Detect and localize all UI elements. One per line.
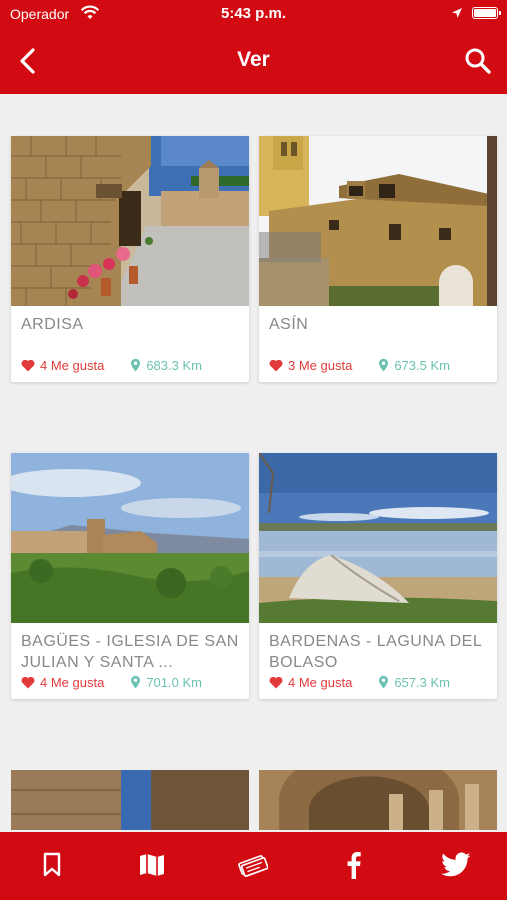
twitter-icon	[441, 852, 471, 877]
likes-label: 4 Me gusta	[40, 357, 105, 373]
likes-label: 3 Me gusta	[288, 357, 353, 373]
location-arrow-icon	[452, 8, 462, 18]
tab-map[interactable]	[136, 850, 168, 880]
likes-count[interactable]: 4 Me gusta	[269, 675, 352, 690]
nav-bar: Ver	[0, 28, 507, 94]
map-pin-icon	[131, 358, 141, 372]
likes-count[interactable]: 4 Me gusta	[21, 358, 104, 373]
distance-label: 701.0 Km	[146, 674, 202, 690]
place-photo	[11, 770, 249, 830]
heart-icon	[21, 676, 35, 688]
tab-facebook[interactable]	[338, 850, 370, 880]
tab-bar	[0, 832, 507, 900]
place-card[interactable]: ARDISA 4 Me gusta 683.3 Km	[11, 136, 249, 382]
bookmark-icon	[43, 852, 61, 877]
place-card[interactable]	[259, 770, 497, 830]
page-title: Ver	[237, 48, 270, 71]
likes-label: 4 Me gusta	[40, 674, 105, 690]
place-name: ARDISA	[21, 316, 84, 333]
tab-twitter[interactable]	[440, 850, 472, 880]
heart-icon	[269, 676, 283, 688]
place-name: BAGÜES - IGLESIA DE SAN JULIAN Y SANTA .…	[21, 633, 239, 671]
heart-icon	[269, 359, 283, 371]
distance: 673.5 Km	[378, 358, 450, 373]
distance: 683.3 Km	[130, 358, 202, 373]
heart-icon	[21, 359, 35, 371]
place-photo	[259, 770, 497, 830]
likes-count[interactable]: 4 Me gusta	[21, 675, 104, 690]
search-icon[interactable]	[462, 45, 494, 77]
clock: 5:43 p.m.	[220, 5, 287, 22]
tab-favorites[interactable]	[36, 850, 68, 880]
likes-label: 4 Me gusta	[288, 674, 353, 690]
place-photo	[11, 453, 249, 623]
facebook-icon	[347, 852, 361, 879]
map-icon	[140, 854, 164, 876]
map-pin-icon	[379, 358, 389, 372]
places-grid: ARDISA 4 Me gusta 683.3 Km ASÍN 3 Me gus…	[0, 94, 507, 832]
distance: 657.3 Km	[378, 675, 450, 690]
place-name: ASÍN	[269, 316, 309, 333]
tickets-icon	[238, 855, 268, 877]
place-photo	[259, 453, 497, 623]
place-photo	[259, 136, 497, 306]
likes-count[interactable]: 3 Me gusta	[269, 358, 352, 373]
distance-label: 683.3 Km	[146, 357, 202, 373]
place-name: BARDENAS - LAGUNA DEL BOLASO	[269, 633, 482, 671]
tab-tickets[interactable]	[236, 850, 268, 880]
map-pin-icon	[131, 675, 141, 689]
place-card[interactable]: ASÍN 3 Me gusta 673.5 Km	[259, 136, 497, 382]
battery-icon	[472, 7, 501, 19]
distance-label: 673.5 Km	[394, 357, 450, 373]
distance-label: 657.3 Km	[394, 674, 450, 690]
place-card[interactable]: BARDENAS - LAGUNA DEL BOLASO 4 Me gusta …	[259, 453, 497, 699]
place-card[interactable]: BAGÜES - IGLESIA DE SAN JULIAN Y SANTA .…	[11, 453, 249, 699]
map-pin-icon	[379, 675, 389, 689]
status-bar: Operador 5:43 p.m.	[0, 0, 507, 28]
distance: 701.0 Km	[130, 675, 202, 690]
place-card[interactable]	[11, 770, 249, 830]
place-photo	[11, 136, 249, 306]
